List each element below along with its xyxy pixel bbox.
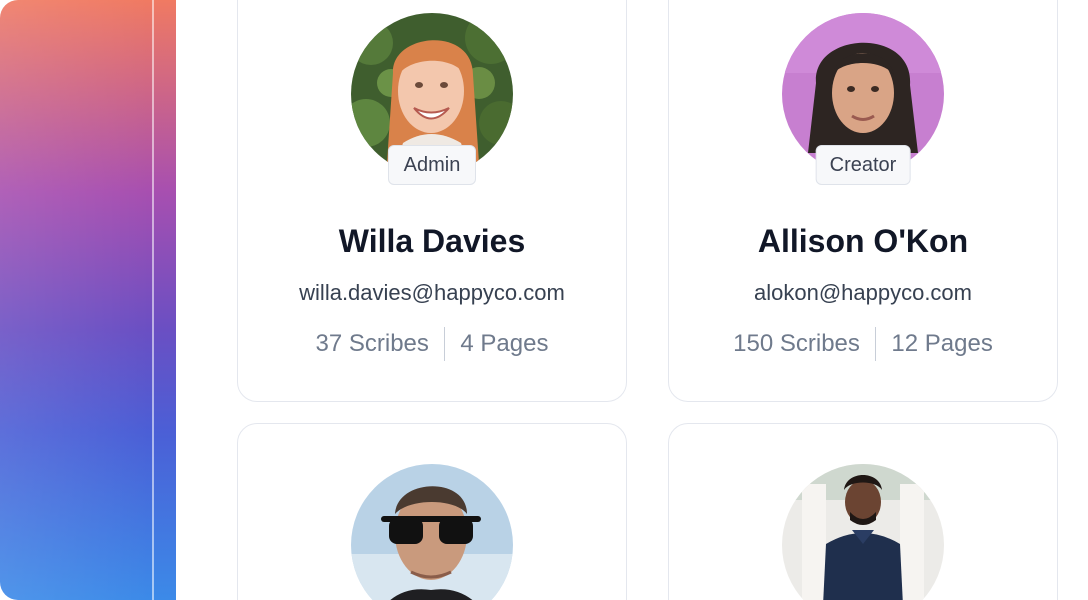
user-email: alokon@happyco.com: [753, 280, 972, 305]
sidebar: [0, 0, 176, 600]
role-badge: Creator: [815, 145, 911, 185]
scribes-count: 37 Scribes: [315, 330, 429, 357]
stats-divider: [443, 327, 446, 361]
user-name: Willa Davies: [338, 223, 526, 259]
avatar-container: [782, 464, 944, 600]
scribes-count: 150 Scribes: [733, 330, 860, 357]
avatar-photo-man-navy-polo-icon: [782, 464, 944, 600]
user-stats: 150 Scribes 12 Pages: [669, 327, 1057, 361]
avatar-container: Admin: [351, 13, 513, 185]
user-card[interactable]: [237, 423, 627, 600]
avatar[interactable]: [782, 464, 944, 600]
sidebar-divider: [152, 0, 154, 600]
pages-count: 4 Pages: [460, 330, 549, 357]
user-card-allison-okon[interactable]: Creator Allison O'Kon alokon@happyco.com…: [668, 0, 1058, 402]
user-name: Allison O'Kon: [757, 223, 969, 259]
stats-divider: [874, 327, 877, 361]
avatar[interactable]: [351, 464, 513, 600]
avatar-container: [351, 464, 513, 600]
team-members-grid: Admin Willa Davies willa.davies@happyco.…: [176, 0, 1088, 600]
avatar-photo-man-sunglasses-icon: [351, 464, 513, 600]
app-window: Admin Willa Davies willa.davies@happyco.…: [0, 0, 1088, 600]
pages-count: 12 Pages: [891, 330, 993, 357]
user-card-willa-davies[interactable]: Admin Willa Davies willa.davies@happyco.…: [237, 0, 627, 402]
role-badge: Admin: [388, 145, 476, 185]
user-card[interactable]: [668, 423, 1058, 600]
avatar-container: Creator: [782, 13, 944, 185]
user-email: willa.davies@happyco.com: [299, 280, 565, 305]
sidebar-sheen: [0, 0, 150, 600]
user-stats: 37 Scribes 4 Pages: [238, 327, 626, 361]
